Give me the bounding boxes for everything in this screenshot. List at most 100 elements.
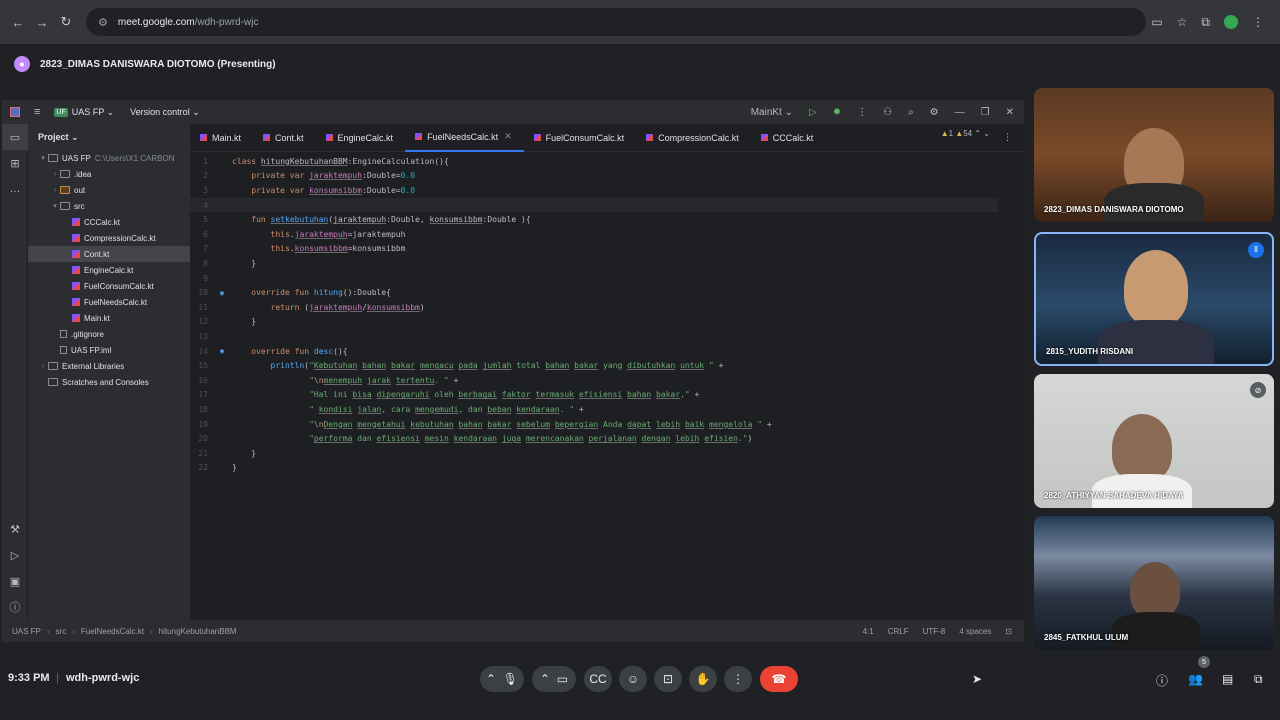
chevron-right-icon[interactable]: › bbox=[38, 363, 48, 370]
tabs-more-icon[interactable]: ⋮ bbox=[1003, 132, 1012, 143]
run-tool-icon[interactable]: ▷ bbox=[2, 542, 28, 568]
reload-icon[interactable]: ↻ bbox=[54, 14, 78, 30]
tune-icon[interactable]: ⚙ bbox=[98, 16, 108, 29]
participant-tile-3[interactable]: ⊘ 2820_ATHIYYAN SAHADEVA HIDAYA bbox=[1034, 374, 1274, 508]
tree-item[interactable]: FuelNeedsCalc.kt bbox=[28, 294, 190, 310]
terminal-tool-icon[interactable]: ▣ bbox=[2, 568, 28, 594]
project-panel-header[interactable]: Project ⌄ bbox=[28, 124, 190, 150]
weak-warning-count: 54 bbox=[963, 129, 973, 138]
chevron-down-icon[interactable]: ▾ bbox=[50, 202, 60, 210]
participant-tile-4[interactable]: 2845_FATKHUL ULUM bbox=[1034, 516, 1274, 650]
editor-tab[interactable]: FuelConsumCalc.kt bbox=[524, 124, 637, 152]
line-separator[interactable]: CRLF bbox=[888, 627, 909, 636]
ide-statusbar: UAS FP › src › FuelNeedsCalc.kt › hitungKebutu… bbox=[2, 620, 1024, 642]
tree-item[interactable]: Scratches and Consoles bbox=[28, 374, 190, 390]
structure-tool-icon[interactable]: ⊞ bbox=[2, 150, 28, 176]
present-button[interactable]: ⊡ bbox=[654, 666, 682, 692]
reactions-button[interactable]: ☺ bbox=[619, 666, 647, 692]
tree-item[interactable]: › .idea bbox=[28, 166, 190, 182]
lock-icon[interactable]: ⊡ bbox=[1005, 627, 1012, 636]
tree-item[interactable]: ▾ UAS FP C:\Users\X1 CARBON bbox=[28, 150, 190, 166]
editor-tab[interactable]: Cont.kt bbox=[253, 124, 316, 152]
camera-button[interactable]: ⌃ ▭ bbox=[532, 666, 576, 692]
chevron-right-icon[interactable]: › bbox=[50, 171, 60, 178]
tree-item-label: src bbox=[74, 201, 85, 211]
build-tool-icon[interactable]: ⚒ bbox=[2, 516, 28, 542]
run-icon[interactable]: ▷ bbox=[809, 107, 817, 118]
activities-icon[interactable]: ⧉ bbox=[1254, 672, 1263, 687]
tree-item[interactable]: CCCalc.kt bbox=[28, 214, 190, 230]
meeting-info-icon[interactable]: ⓘ bbox=[1156, 672, 1168, 689]
minimize-icon[interactable]: — bbox=[955, 107, 965, 118]
add-user-icon[interactable]: ⚇ bbox=[883, 107, 892, 118]
version-control-dropdown[interactable]: Version control ⌄ bbox=[130, 107, 200, 118]
project-name-dropdown[interactable]: UAS FP ⌄ bbox=[72, 107, 114, 118]
tree-item[interactable]: FuelConsumCalc.kt bbox=[28, 278, 190, 294]
profile-icon[interactable] bbox=[1224, 15, 1238, 29]
tree-item[interactable]: Cont.kt bbox=[28, 246, 190, 262]
inspection-widget[interactable]: ▲1 ▲54 ⌃ ⌄ bbox=[941, 129, 990, 138]
chat-icon[interactable]: ▤ bbox=[1222, 672, 1233, 686]
code-area[interactable]: 1 class hitungKebutuhanBBM:EngineCalculat… bbox=[190, 154, 998, 628]
address-bar[interactable]: ⚙ meet.google.com/wdh-pwrd-wjc bbox=[86, 8, 1146, 36]
editor-tab[interactable]: EngineCalc.kt bbox=[316, 124, 406, 152]
participant-tile-1[interactable]: 2823_DIMAS DANISWARA DIOTOMO bbox=[1034, 88, 1274, 222]
hand-icon: ✋ bbox=[695, 672, 711, 686]
breadcrumb-item[interactable]: src bbox=[56, 627, 67, 636]
project-tool-icon[interactable]: ▭ bbox=[2, 124, 28, 150]
indent-setting[interactable]: 4 spaces bbox=[959, 627, 991, 636]
override-marker-icon[interactable]: ◉ bbox=[212, 347, 232, 355]
debug-icon[interactable]: ✹ bbox=[833, 107, 841, 118]
editor-tab[interactable]: CCCalc.kt bbox=[751, 124, 826, 152]
file-encoding[interactable]: UTF-8 bbox=[923, 627, 946, 636]
breadcrumb-item[interactable]: hitungKebutuhanBBM bbox=[159, 627, 237, 636]
kotlin-file-icon bbox=[646, 134, 654, 141]
chevron-up-icon[interactable]: ⌃ bbox=[486, 672, 496, 686]
raise-hand-button[interactable]: ✋ bbox=[689, 666, 717, 692]
leave-call-button[interactable]: ☎ bbox=[760, 666, 798, 692]
participant-video bbox=[1112, 414, 1172, 482]
close-tab-icon[interactable]: ✕ bbox=[504, 131, 512, 142]
editor-tab[interactable]: Main.kt bbox=[190, 124, 253, 152]
problems-tool-icon[interactable]: ⓘ bbox=[2, 594, 28, 620]
editor-tab[interactable]: FuelNeedsCalc.kt ✕ bbox=[405, 124, 524, 152]
forward-icon[interactable]: → bbox=[30, 15, 54, 30]
tree-item[interactable]: EngineCalc.kt bbox=[28, 262, 190, 278]
presenter-banner: ● 2823_DIMAS DANISWARA DIOTOMO (Presenti… bbox=[0, 50, 1280, 78]
search-icon[interactable]: ⌕ bbox=[908, 107, 914, 118]
chevron-down-icon[interactable]: ▾ bbox=[38, 154, 48, 162]
breadcrumb-item[interactable]: FuelNeedsCalc.kt bbox=[81, 627, 144, 636]
people-icon[interactable]: 👥 bbox=[1188, 672, 1203, 686]
star-icon[interactable]: ☆ bbox=[1177, 15, 1188, 29]
settings-gear-icon[interactable]: ⚙ bbox=[930, 107, 939, 118]
microphone-button[interactable]: ⌃ 🎙 bbox=[480, 666, 524, 692]
tree-item[interactable]: › out bbox=[28, 182, 190, 198]
tree-item[interactable]: UAS FP.iml bbox=[28, 342, 190, 358]
breadcrumb-item[interactable]: UAS FP bbox=[12, 627, 41, 636]
override-marker-icon[interactable]: ◉ bbox=[212, 289, 232, 297]
meeting-controls-bar: 9:33 PM | wdh-pwrd-wjc ⌃ 🎙 ⌃ ▭ CC ☺ ⊡ ✋ … bbox=[0, 656, 1280, 700]
back-icon[interactable]: ← bbox=[6, 15, 30, 30]
editor-tab[interactable]: CompressionCalc.kt bbox=[636, 124, 751, 152]
tree-item[interactable]: CompressionCalc.kt bbox=[28, 230, 190, 246]
participant-tile-2[interactable]: ⦀ 2815_YUDITH RISDANI bbox=[1034, 232, 1274, 366]
hamburger-menu-icon[interactable]: ≡ bbox=[34, 106, 40, 118]
chevron-up-icon[interactable]: ⌃ bbox=[540, 672, 550, 686]
captions-button[interactable]: CC bbox=[584, 666, 612, 692]
more-icon[interactable]: ⋮ bbox=[1252, 15, 1264, 29]
run-config-dropdown[interactable]: MainKt ⌄ bbox=[751, 107, 793, 118]
camera-off-icon[interactable]: ▭ bbox=[1151, 15, 1162, 29]
tree-item[interactable]: ▾ src bbox=[28, 198, 190, 214]
close-icon[interactable]: ✕ bbox=[1006, 107, 1014, 118]
maximize-icon[interactable]: ❐ bbox=[981, 107, 990, 118]
more-tools-icon[interactable]: … bbox=[2, 176, 28, 202]
more-options-button[interactable]: ⋮ bbox=[724, 666, 752, 692]
tree-item[interactable]: .gitignore bbox=[28, 326, 190, 342]
people-count-badge: 5 bbox=[1198, 656, 1210, 668]
chevron-right-icon[interactable]: › bbox=[50, 187, 60, 194]
tree-item[interactable]: Main.kt bbox=[28, 310, 190, 326]
tree-item[interactable]: › External Libraries bbox=[28, 358, 190, 374]
extensions-icon[interactable]: ⧉ bbox=[1201, 15, 1210, 30]
cursor-position[interactable]: 4:1 bbox=[863, 627, 874, 636]
more-actions-icon[interactable]: ⋮ bbox=[857, 107, 867, 118]
